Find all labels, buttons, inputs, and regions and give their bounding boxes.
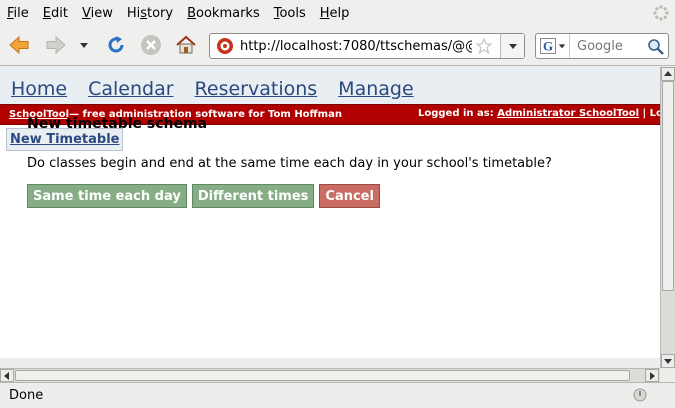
arrow-left-icon <box>4 371 9 380</box>
vertical-scrollbar[interactable] <box>660 67 675 369</box>
menu-view[interactable]: View <box>82 6 113 21</box>
connection-status-icon <box>633 388 647 402</box>
status-bar: Done <box>0 382 675 408</box>
horizontal-scrollbar[interactable] <box>0 368 660 382</box>
menu-file-label: ile <box>13 5 29 21</box>
scrollbar-corner <box>660 368 675 382</box>
search-icon[interactable] <box>647 38 665 56</box>
back-button[interactable] <box>7 33 31 57</box>
cancel-button[interactable]: Cancel <box>319 184 380 208</box>
reload-icon <box>108 36 124 53</box>
forward-button[interactable] <box>44 33 68 57</box>
nav-manage-link[interactable]: Manage <box>338 78 413 100</box>
page-title: New timetable schema <box>27 116 208 132</box>
chevron-down-icon <box>508 44 517 49</box>
address-bar[interactable]: http://localhost:7080/ttschemas/@@ <box>209 33 525 59</box>
status-text: Done <box>9 388 44 403</box>
address-url[interactable]: http://localhost:7080/ttschemas/@@ <box>240 39 472 54</box>
logout-link-fragment[interactable]: | Lo <box>639 108 660 119</box>
nav-home-link[interactable]: Home <box>11 78 67 100</box>
menu-history[interactable]: History <box>127 6 173 21</box>
google-engine-icon: G <box>539 38 556 54</box>
svg-text:G: G <box>542 39 552 54</box>
reload-button[interactable] <box>104 33 128 57</box>
stop-button[interactable] <box>139 33 163 57</box>
chevron-down-icon <box>558 44 565 49</box>
navigation-toolbar: http://localhost:7080/ttschemas/@@ G <box>0 26 675 66</box>
menu-file[interactable]: File <box>7 6 29 21</box>
search-engine-selector[interactable]: G <box>536 34 570 58</box>
throbber-icon <box>653 5 669 21</box>
search-input[interactable] <box>570 38 646 54</box>
search-bar[interactable]: G <box>535 33 669 59</box>
same-time-button[interactable]: Same time each day <box>27 184 187 208</box>
scroll-left-button[interactable] <box>0 369 14 382</box>
arrow-up-icon <box>664 71 672 76</box>
form-buttons: Same time each day Different times Cance… <box>27 184 385 208</box>
login-status: Logged in as: Administrator SchoolTool |… <box>418 108 660 119</box>
forward-arrow-icon <box>46 35 66 55</box>
menu-bar: File Edit View History Bookmarks Tools H… <box>0 0 675 26</box>
chevron-down-icon <box>80 43 88 48</box>
scroll-right-button[interactable] <box>645 369 659 382</box>
history-dropdown-button[interactable] <box>77 33 91 57</box>
nav-calendar-link[interactable]: Calendar <box>88 78 173 100</box>
menu-bookmarks[interactable]: Bookmarks <box>187 6 260 21</box>
horizontal-scroll-thumb[interactable] <box>15 370 630 381</box>
menu-tools[interactable]: Tools <box>274 6 306 21</box>
site-favicon-icon <box>217 38 233 54</box>
different-times-button[interactable]: Different times <box>191 184 315 208</box>
site-navigation: Home Calendar Reservations Manage <box>0 67 660 104</box>
vertical-scroll-thumb[interactable] <box>662 81 674 291</box>
home-icon <box>176 35 196 54</box>
back-arrow-icon <box>9 35 29 55</box>
menu-help[interactable]: Help <box>320 6 350 21</box>
scroll-up-button[interactable] <box>661 67 675 81</box>
arrow-right-icon <box>650 371 655 380</box>
address-dropdown-button[interactable] <box>500 34 524 58</box>
menu-edit[interactable]: Edit <box>43 6 68 21</box>
form-question: Do classes begin and end at the same tim… <box>27 156 552 171</box>
bookmark-star-icon[interactable] <box>476 38 492 54</box>
logged-in-label: Logged in as: <box>418 108 498 119</box>
nav-reservations-link[interactable]: Reservations <box>195 78 318 100</box>
scroll-down-button[interactable] <box>661 354 675 368</box>
logged-in-user-link[interactable]: Administrator SchoolTool <box>497 108 639 119</box>
page-content: Home Calendar Reservations Manage School… <box>0 67 660 358</box>
home-button[interactable] <box>174 33 198 57</box>
stop-icon <box>141 35 161 55</box>
arrow-down-icon <box>664 359 672 364</box>
